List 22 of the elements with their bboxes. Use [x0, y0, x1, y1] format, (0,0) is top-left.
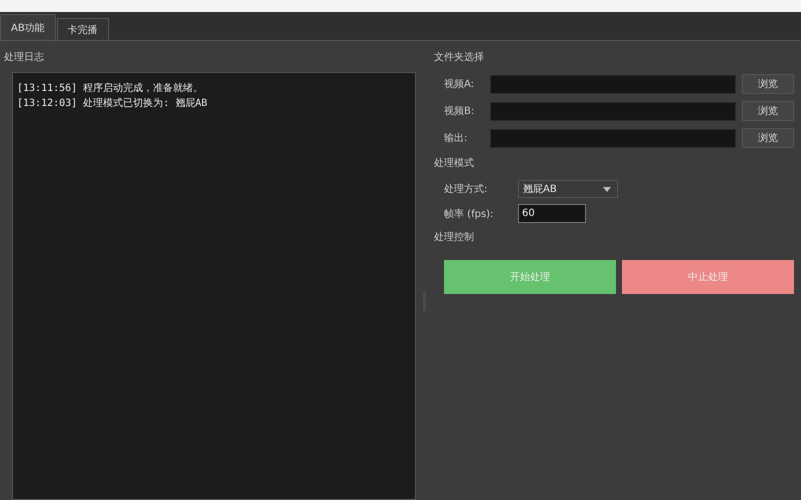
section-title: 处理模式 [434, 156, 475, 171]
log-line: [13:11:56] 程序启动完成，准备就绪。 [17, 82, 204, 95]
log-line: [13:12:03] 处理模式已切换为: 翘屁AB [17, 96, 208, 110]
path-field[interactable] [490, 128, 736, 148]
browse-button[interactable]: 浏览 [742, 101, 794, 121]
caret-icon [603, 186, 611, 192]
field-label: 视频A: [444, 78, 476, 91]
field-label: 处理方式: [444, 182, 488, 196]
browse-button[interactable]: 浏览 [742, 74, 794, 94]
path-field[interactable] [490, 74, 736, 94]
browse-button[interactable]: 浏览 [742, 128, 794, 148]
tab[interactable]: 卡完播 [56, 18, 109, 40]
section-title: 处理控制 [434, 230, 475, 245]
mode-dropdown[interactable]: 翘屁AB [518, 180, 618, 198]
section-title: 文件夹选择 [434, 50, 485, 65]
field-label: 输出: [444, 132, 468, 145]
section-title: 处理日志 [4, 50, 45, 65]
tab[interactable]: AB功能 [0, 14, 56, 40]
field-label: 帧率 (fps): [444, 208, 494, 220]
path-field[interactable] [490, 102, 736, 120]
field-label: 视频B: [444, 104, 476, 118]
fps-field[interactable]: 60 [518, 204, 586, 223]
